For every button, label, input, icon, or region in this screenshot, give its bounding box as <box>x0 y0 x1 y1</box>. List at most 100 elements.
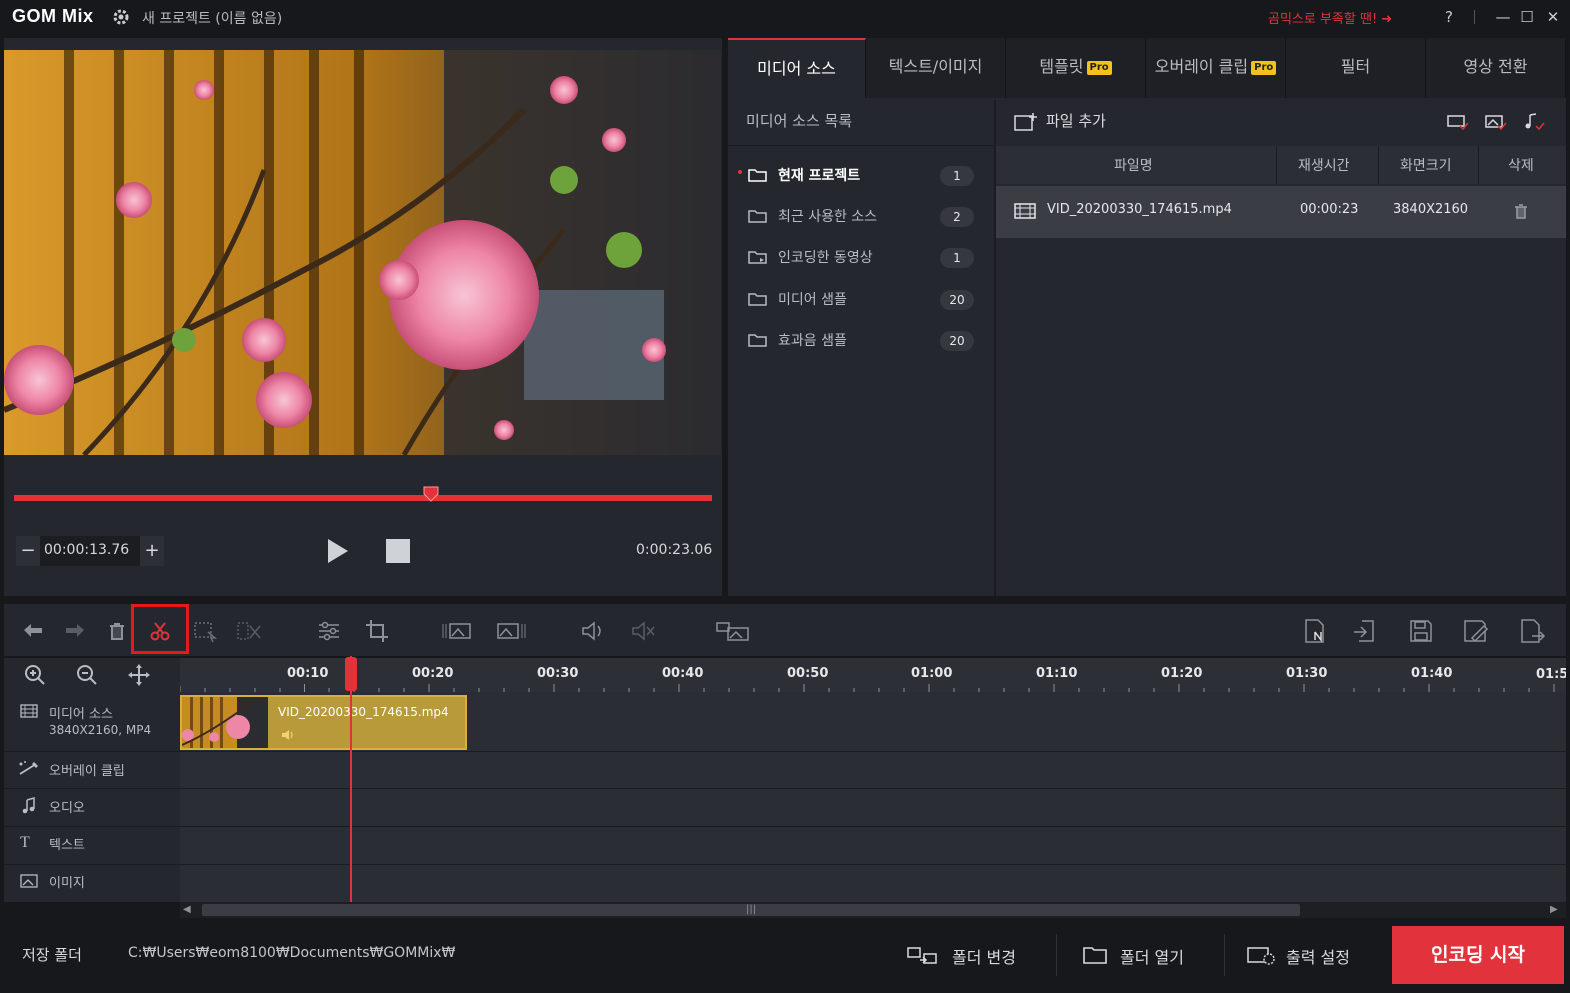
delete-trash-icon[interactable] <box>1512 202 1530 220</box>
scroll-right-arrow[interactable]: ▶ <box>1550 904 1558 915</box>
tick-label: 01:40 <box>1411 666 1453 681</box>
insert-image-after-icon[interactable] <box>494 614 528 648</box>
source-item-sfx-sample[interactable]: 효과음 샘플 20 <box>736 323 980 357</box>
tick-label: 00:30 <box>537 666 579 681</box>
pro-badge: Pro <box>1086 60 1112 75</box>
close-button[interactable]: ✕ <box>1542 6 1564 28</box>
minimize-button[interactable]: — <box>1492 6 1514 28</box>
column-filename[interactable]: 파일명 <box>1114 155 1153 175</box>
add-file-button[interactable]: 파일 추가 <box>1046 110 1106 131</box>
save-as-icon[interactable] <box>1458 614 1492 648</box>
output-settings-icon <box>1246 944 1276 966</box>
play-icon[interactable] <box>326 537 350 565</box>
promo-link[interactable]: 곰믹스로 부족할 땐! ➜ <box>1268 8 1392 27</box>
current-time[interactable]: 00:00:13.76 <box>44 542 129 558</box>
scroll-left-arrow[interactable]: ◀ <box>183 904 191 915</box>
tab-overlay-clip[interactable]: 오버레이 클립 Pro <box>1146 38 1286 98</box>
source-item-recent[interactable]: 최근 사용한 소스 2 <box>736 199 980 233</box>
folder-icon <box>748 291 768 307</box>
bottom-divider <box>1056 934 1057 976</box>
tick-label: 01:00 <box>911 666 953 681</box>
add-image-icon[interactable] <box>1484 112 1508 132</box>
track-separator <box>180 751 1566 752</box>
music-icon <box>20 797 38 815</box>
adjust-icon[interactable] <box>312 614 346 648</box>
time-increase-button[interactable]: + <box>140 536 164 566</box>
settings-gear-icon[interactable] <box>111 7 131 27</box>
export-icon[interactable] <box>1514 614 1548 648</box>
replace-clip-icon[interactable] <box>714 614 749 648</box>
file-table-header <box>996 146 1566 184</box>
add-audio-icon[interactable] <box>1522 112 1546 132</box>
insert-image-before-icon[interactable] <box>440 614 474 648</box>
zoom-out-icon[interactable] <box>74 662 100 688</box>
crop-icon[interactable] <box>360 614 394 648</box>
clip-thumbnail <box>182 697 268 748</box>
track-separator <box>4 864 180 865</box>
active-indicator <box>738 170 742 174</box>
count-badge: 2 <box>940 207 974 227</box>
volume-icon[interactable] <box>576 614 610 648</box>
clip-name: VID_20200330_174615.mp4 <box>278 705 449 719</box>
count-badge: 1 <box>940 248 974 268</box>
stop-icon[interactable] <box>386 539 410 563</box>
add-file-icon[interactable] <box>1014 112 1038 132</box>
column-divider <box>1276 146 1277 184</box>
fit-timeline-icon[interactable] <box>126 662 152 688</box>
save-icon[interactable] <box>1404 614 1438 648</box>
project-title: 새 프로젝트 (이름 없음) <box>142 11 283 27</box>
column-duration[interactable]: 재생시간 <box>1298 155 1350 175</box>
folder-video-icon <box>748 249 768 265</box>
tick-label: 00:40 <box>662 666 704 681</box>
track-label-overlay: 오버레이 클립 <box>49 764 125 779</box>
tab-text-image[interactable]: 텍스트/이미지 <box>866 38 1006 98</box>
seek-bar[interactable] <box>14 495 712 501</box>
delete-icon[interactable] <box>100 614 134 648</box>
source-item-encoded[interactable]: 인코딩한 동영상 1 <box>736 240 980 274</box>
source-list-divider <box>728 145 994 146</box>
source-item-current-project[interactable]: 현재 프로젝트 1 <box>736 158 980 192</box>
source-item-media-sample[interactable]: 미디어 샘플 20 <box>736 282 980 316</box>
column-size[interactable]: 화면크기 <box>1400 155 1452 175</box>
column-divider <box>1478 146 1479 184</box>
help-button[interactable]: ? <box>1438 6 1460 28</box>
redo-icon[interactable] <box>58 614 92 648</box>
tab-template[interactable]: 템플릿 Pro <box>1006 38 1146 98</box>
folder-icon <box>748 332 768 348</box>
tab-filter[interactable]: 필터 <box>1286 38 1426 98</box>
bottom-divider <box>1224 934 1225 976</box>
time-stepper[interactable]: − 00:00:13.76 + <box>16 536 164 566</box>
encode-start-button[interactable]: 인코딩 시작 <box>1392 926 1564 984</box>
undo-icon[interactable] <box>16 614 50 648</box>
mute-icon[interactable] <box>626 614 660 648</box>
tick-label: 00:50 <box>787 666 829 681</box>
split-icon[interactable] <box>232 614 266 648</box>
tick-label: 01:20 <box>1161 666 1203 681</box>
track-label-image: 이미지 <box>49 876 85 891</box>
add-video-icon[interactable] <box>1446 112 1470 132</box>
change-folder-icon <box>906 944 940 966</box>
timeline-ruler[interactable] <box>180 658 1566 692</box>
zoom-in-icon[interactable] <box>22 662 48 688</box>
maximize-button[interactable]: ☐ <box>1516 6 1538 28</box>
tab-media-source[interactable]: 미디어 소스 <box>728 38 866 98</box>
open-project-icon[interactable] <box>1348 614 1382 648</box>
scissors-icon[interactable] <box>143 614 177 648</box>
tick-label: 01:30 <box>1286 666 1328 681</box>
seek-handle[interactable] <box>423 486 439 502</box>
film-icon <box>20 703 38 719</box>
timeline-clip[interactable]: VID_20200330_174615.mp4 <box>180 695 467 750</box>
select-range-icon[interactable] <box>188 614 222 648</box>
video-preview[interactable] <box>4 50 721 455</box>
time-decrease-button[interactable]: − <box>16 536 40 566</box>
timeline-playhead[interactable] <box>350 656 352 902</box>
folder-icon <box>1082 945 1108 965</box>
text-icon: T <box>20 834 30 851</box>
save-folder-label: 저장 폴더 <box>22 946 82 964</box>
tab-transition[interactable]: 영상 전환 <box>1426 38 1566 98</box>
new-project-icon[interactable] <box>1298 614 1332 648</box>
track-separator <box>180 788 1566 789</box>
playhead-handle[interactable] <box>345 657 357 691</box>
scroll-grip-icon: ||| <box>746 904 757 915</box>
track-label-media: 미디어 소스 <box>49 707 113 722</box>
